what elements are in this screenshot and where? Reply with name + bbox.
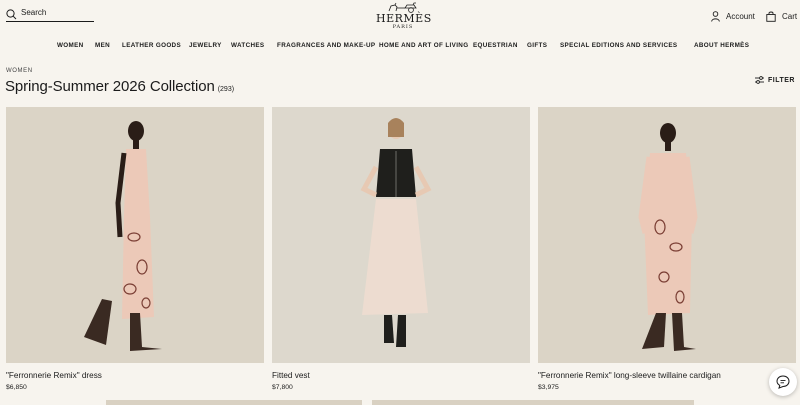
shopping-bag-icon [766,11,776,22]
product-card[interactable]: Fitted vest $7,800 [272,107,530,391]
product-image[interactable] [272,107,530,363]
search-bar[interactable] [6,8,94,22]
main-nav: WOMEN MEN LEATHER GOODS JEWELRY WATCHES … [0,42,800,52]
model-vest-image [272,107,530,363]
nav-item-leather-goods[interactable]: LEATHER GOODS [122,42,181,49]
product-price: $7,800 [272,384,293,391]
nav-item-watches[interactable]: WATCHES [231,42,264,49]
product-image-next-row[interactable] [106,400,362,405]
cart-link[interactable]: Cart [766,9,797,23]
nav-item-fragrances[interactable]: FRAGRANCES AND MAKE-UP [277,42,375,49]
header: HERMÈS PARIS Account Cart [0,0,800,40]
logo-wordmark: HERMÈS [376,12,432,25]
nav-item-special-editions[interactable]: SPECIAL EDITIONS AND SERVICES [560,42,677,49]
nav-item-about[interactable]: ABOUT HERMÈS [694,42,749,49]
product-price: $6,850 [6,384,27,391]
product-image-next-row[interactable] [372,400,694,405]
product-name[interactable]: Fitted vest [272,371,530,381]
page-heading: Spring-Summer 2026 Collection (293) [5,78,234,96]
product-image[interactable] [6,107,264,363]
filter-button[interactable]: FILTER [755,76,795,84]
nav-item-home[interactable]: HOME AND ART OF LIVING [379,42,468,49]
nav-item-women[interactable]: WOMEN [57,42,84,49]
product-card[interactable]: "Ferronnerie Remix" dress $6,850 [6,107,264,391]
account-label: Account [726,11,755,21]
product-name[interactable]: "Ferronnerie Remix" dress [6,371,264,381]
hermes-logo[interactable]: HERMÈS PARIS [376,2,432,30]
sliders-icon [755,76,764,84]
model-cardigan-image [538,107,796,363]
breadcrumb[interactable]: WOMEN [6,68,33,74]
page-title: Spring-Summer 2026 Collection [5,78,215,95]
filter-label: FILTER [768,76,795,84]
nav-item-men[interactable]: MEN [95,42,110,49]
nav-item-gifts[interactable]: GIFTS [527,42,547,49]
search-input[interactable] [21,8,91,17]
chat-bubble-icon [776,375,790,389]
product-price: $3,975 [538,384,559,391]
nav-item-equestrian[interactable]: EQUESTRIAN [473,42,518,49]
search-icon[interactable] [6,9,17,20]
product-card[interactable]: "Ferronnerie Remix" long-sleeve twillain… [538,107,796,391]
nav-item-jewelry[interactable]: JEWELRY [189,42,222,49]
product-image[interactable] [538,107,796,363]
model-dress-image [6,107,264,363]
product-name[interactable]: "Ferronnerie Remix" long-sleeve twillain… [538,371,796,381]
cart-label: Cart [782,11,798,21]
chat-button[interactable] [769,368,797,396]
account-link[interactable]: Account [711,9,755,23]
user-icon [711,10,720,22]
result-count: (293) [217,86,235,93]
